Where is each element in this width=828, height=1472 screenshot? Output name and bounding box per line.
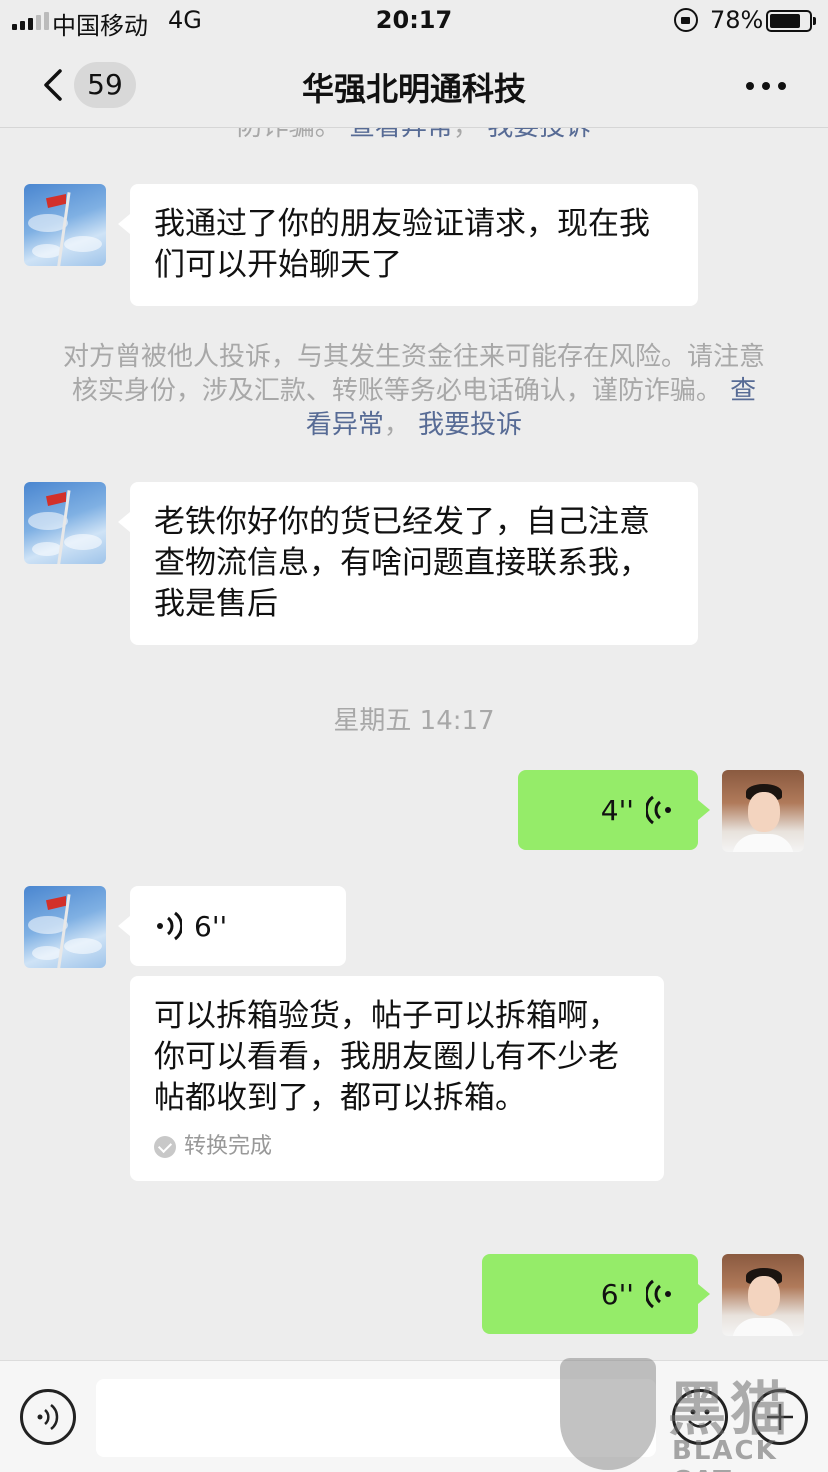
contact-avatar[interactable] bbox=[24, 482, 106, 564]
message-text: 我通过了你的朋友验证请求，现在我们可以开始聊天了 bbox=[154, 206, 650, 283]
battery-icon bbox=[766, 10, 816, 32]
transcript-text: 可以拆箱验货，帖子可以拆箱啊，你可以看看，我朋友圈儿有不少老帖都收到了，都可以拆… bbox=[154, 998, 619, 1116]
message-input[interactable] bbox=[96, 1379, 656, 1457]
message-list[interactable]: 防诈骗。 查看异常， 我要投诉 我通过了你的朋友验证请求，现在我们可以开始聊天了… bbox=[0, 128, 828, 1360]
voice-transcript-bubble[interactable]: 可以拆箱验货，帖子可以拆箱啊，你可以看看，我朋友圈儿有不少老帖都收到了，都可以拆… bbox=[130, 976, 664, 1181]
emoji-icon[interactable] bbox=[672, 1389, 728, 1445]
voice-wave-icon bbox=[646, 795, 671, 825]
conversion-status: 转换完成 bbox=[154, 1133, 640, 1161]
message-bubble-incoming[interactable]: 老铁你好你的货已经发了，自己注意查物流信息，有啥问题直接联系我，我是售后 bbox=[118, 482, 698, 645]
self-avatar[interactable] bbox=[722, 1254, 804, 1336]
clock: 20:17 bbox=[375, 6, 453, 34]
chat-title: 华强北明通科技 bbox=[301, 70, 526, 108]
voice-message-incoming[interactable]: 6'' bbox=[118, 886, 346, 966]
voice-wave-icon bbox=[646, 1279, 671, 1309]
message-timestamp: 星期五 14:17 bbox=[333, 706, 495, 736]
input-bar bbox=[0, 1360, 828, 1472]
contact-avatar[interactable] bbox=[24, 886, 106, 968]
conversion-status-label: 转换完成 bbox=[184, 1134, 273, 1159]
check-circle-icon bbox=[154, 1136, 176, 1158]
view-abnormal-link[interactable]: 查看异常 bbox=[349, 128, 453, 142]
voice-input-icon[interactable] bbox=[20, 1389, 76, 1445]
contact-avatar[interactable] bbox=[24, 184, 106, 266]
chat-header: 59 华强北明通科技 bbox=[0, 42, 828, 128]
voice-wave-icon bbox=[157, 911, 182, 941]
battery-fill bbox=[770, 14, 800, 28]
security-notice: 对方曾被他人投诉，与其发生资金往来可能存在风险。请注意核实身份，涉及汇款、转账等… bbox=[60, 340, 768, 442]
voice-duration: 6'' bbox=[194, 909, 228, 943]
more-dots-icon[interactable] bbox=[746, 82, 786, 90]
report-link[interactable]: 我要投诉 bbox=[418, 410, 522, 440]
voice-duration: 4'' bbox=[600, 793, 634, 827]
security-notice-partial: 防诈骗。 查看异常， 我要投诉 bbox=[60, 128, 768, 144]
voice-message-outgoing[interactable]: 4'' bbox=[518, 770, 710, 850]
plus-icon[interactable] bbox=[752, 1389, 808, 1445]
status-bar: 中国移动 4G 20:17 78% bbox=[0, 0, 828, 42]
notice-text: 对方曾被他人投诉，与其发生资金往来可能存在风险。请注意核实身份，涉及汇款、转账等… bbox=[62, 342, 765, 406]
notice-separator: ， bbox=[383, 410, 410, 440]
self-avatar[interactable] bbox=[722, 770, 804, 852]
voice-duration: 6'' bbox=[600, 1277, 634, 1311]
message-text: 老铁你好你的货已经发了，自己注意查物流信息，有啥问题直接联系我，我是售后 bbox=[154, 504, 650, 622]
voice-message-outgoing[interactable]: 6'' bbox=[482, 1254, 710, 1334]
message-bubble-incoming[interactable]: 我通过了你的朋友验证请求，现在我们可以开始聊天了 bbox=[118, 184, 698, 306]
report-link[interactable]: 我要投诉 bbox=[487, 128, 591, 142]
rotation-lock-icon bbox=[674, 8, 698, 32]
notice-separator: ， bbox=[453, 128, 479, 142]
battery-percent: 78% bbox=[710, 6, 764, 34]
notice-text-partial: 防诈骗。 bbox=[237, 128, 341, 142]
